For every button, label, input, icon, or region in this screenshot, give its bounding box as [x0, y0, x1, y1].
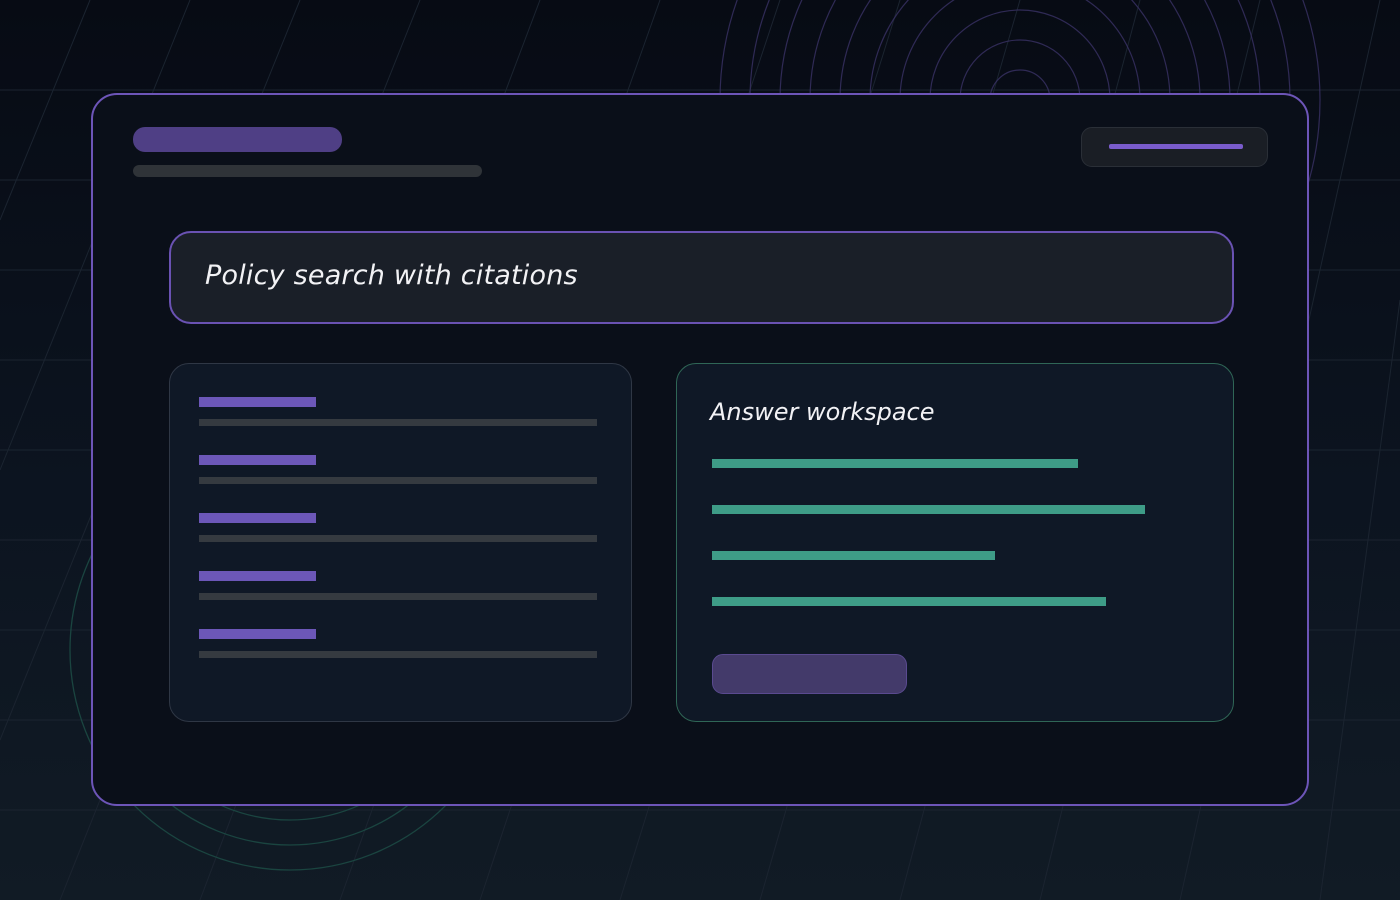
source-item[interactable]	[199, 397, 597, 447]
source-item-title-placeholder	[199, 397, 316, 407]
source-item-snippet-placeholder	[199, 593, 597, 600]
source-item[interactable]	[199, 513, 597, 563]
answer-line-placeholder	[712, 459, 1078, 468]
search-query: Policy search with citations	[205, 260, 578, 291]
source-item[interactable]	[199, 571, 597, 621]
source-item-title-placeholder	[199, 571, 316, 581]
source-item-title-placeholder	[199, 455, 316, 465]
answer-action-button[interactable]	[712, 654, 907, 694]
answer-line-placeholder	[712, 597, 1106, 606]
answer-workspace-panel: Answer workspace	[676, 363, 1234, 722]
source-item-title-placeholder	[199, 513, 316, 523]
answer-line-placeholder	[712, 505, 1145, 514]
header-title-placeholder	[133, 127, 342, 152]
search-bar[interactable]: Policy search with citations	[169, 231, 1234, 324]
source-item-snippet-placeholder	[199, 535, 597, 542]
answer-workspace-title: Answer workspace	[710, 398, 935, 426]
source-item-snippet-placeholder	[199, 477, 597, 484]
source-item[interactable]	[199, 629, 597, 679]
header-action-button[interactable]	[1081, 127, 1268, 167]
app-window: Policy search with citations Answer work…	[91, 93, 1309, 806]
source-item-snippet-placeholder	[199, 419, 597, 426]
source-item-title-placeholder	[199, 629, 316, 639]
sources-panel	[169, 363, 632, 722]
source-item-snippet-placeholder	[199, 651, 597, 658]
header-subtitle-placeholder	[133, 165, 482, 177]
answer-line-placeholder	[712, 551, 995, 560]
source-item[interactable]	[199, 455, 597, 505]
header-action-label-placeholder	[1109, 144, 1243, 149]
